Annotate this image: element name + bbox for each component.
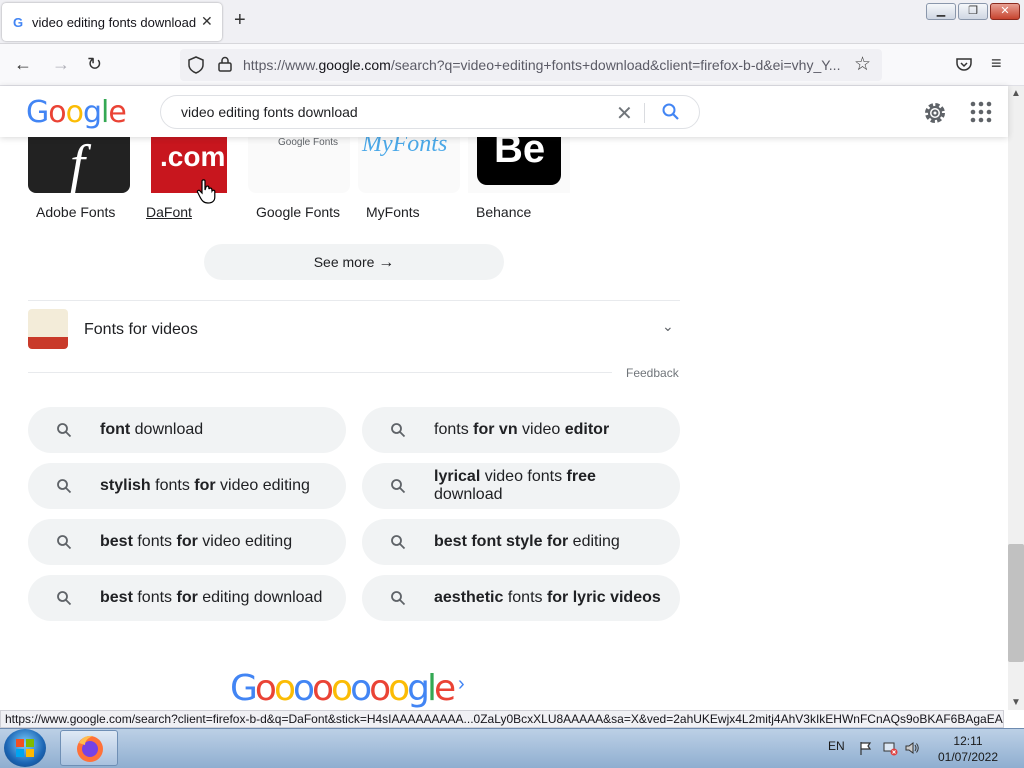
related-search-text: fonts for vn video editor: [434, 421, 610, 438]
new-tab-icon[interactable]: +: [234, 9, 246, 32]
url-text[interactable]: https://www.google.com/search?q=video+ed…: [243, 57, 843, 73]
clear-search-icon[interactable]: ✕: [616, 101, 633, 126]
firefox-taskbar-button[interactable]: [60, 730, 118, 766]
pagination-logo[interactable]: Goooooooogle: [230, 668, 456, 709]
search-icon: [57, 423, 72, 438]
search-icon: [57, 591, 72, 606]
svg-text:G: G: [13, 15, 23, 29]
related-search-chip[interactable]: best font style for editing: [362, 519, 680, 565]
related-search-text: stylish fonts for video editing: [100, 477, 310, 494]
windows-logo-icon: [16, 739, 34, 757]
related-search-chip[interactable]: lyrical video fonts free download: [362, 463, 680, 509]
firefox-icon: [77, 735, 103, 762]
related-search-text: aesthetic fonts for lyric videos: [434, 589, 661, 606]
scroll-down-icon[interactable]: ▼: [1011, 697, 1021, 708]
carousel-label-dafont[interactable]: DaFont: [146, 204, 192, 220]
search-icon: [391, 479, 406, 494]
clock-date: 01/07/2022: [937, 750, 999, 764]
back-icon[interactable]: ←: [14, 54, 32, 75]
google-favicon-icon: G: [13, 15, 23, 29]
reload-icon[interactable]: ↻: [87, 54, 102, 75]
volume-icon[interactable]: [904, 740, 920, 756]
google-logo[interactable]: Google: [26, 95, 127, 130]
clock-time: 12:11: [953, 734, 983, 748]
start-button[interactable]: [4, 729, 46, 767]
close-tab-icon[interactable]: ✕: [201, 13, 213, 30]
search-icon: [57, 535, 72, 550]
carousel-label-google-fonts[interactable]: Google Fonts: [256, 204, 340, 220]
status-bar-url: https://www.google.com/search?client=fir…: [0, 710, 1004, 728]
related-search-chip[interactable]: best fonts for video editing: [28, 519, 346, 565]
fonts-for-videos-thumbnail: [28, 309, 68, 349]
section-title[interactable]: Fonts for videos: [84, 321, 198, 339]
related-search-text: font download: [100, 421, 204, 438]
google-apps-icon[interactable]: [970, 101, 992, 123]
menu-icon[interactable]: ≡: [991, 53, 1002, 74]
chevron-down-icon[interactable]: ⌄: [662, 318, 674, 335]
search-icon[interactable]: [661, 102, 681, 122]
next-page-chevron-icon[interactable]: ›: [458, 673, 465, 696]
browser-tab[interactable]: G video editing fonts download - ✕: [2, 3, 222, 41]
minimize-button[interactable]: ▁: [926, 3, 956, 20]
forward-icon[interactable]: →: [52, 54, 70, 75]
search-icon: [57, 479, 72, 494]
carousel-label-myfonts[interactable]: MyFonts: [366, 204, 420, 220]
related-search-chip[interactable]: font download: [28, 407, 346, 453]
scroll-up-icon[interactable]: ▲: [1011, 88, 1021, 99]
related-search-chip[interactable]: best fonts for editing download: [28, 575, 346, 621]
related-search-text: best font style for editing: [434, 533, 620, 550]
network-icon[interactable]: [882, 740, 898, 756]
tab-title: video editing fonts download -: [32, 15, 196, 30]
clock[interactable]: 12:11 01/07/2022: [935, 733, 1001, 765]
related-search-text: best fonts for editing download: [100, 589, 323, 606]
carousel-label-adobe-fonts[interactable]: Adobe Fonts: [36, 204, 115, 220]
see-more-button[interactable]: See more →: [204, 244, 504, 280]
related-search-chip[interactable]: fonts for vn video editor: [362, 407, 680, 453]
myfonts-tile[interactable]: MyFonts: [358, 131, 460, 193]
language-indicator[interactable]: EN: [828, 739, 845, 753]
search-icon: [391, 591, 406, 606]
related-search-chip[interactable]: stylish fonts for video editing: [28, 463, 346, 509]
search-icon: [391, 535, 406, 550]
action-center-flag-icon[interactable]: [858, 740, 874, 756]
restore-button[interactable]: ❐: [958, 3, 988, 20]
divider: [28, 300, 680, 301]
google-fonts-tile[interactable]: Google Fonts: [248, 137, 350, 193]
divider: [28, 372, 612, 373]
hand-cursor-icon: [196, 179, 216, 204]
window-close-button[interactable]: ✕: [990, 3, 1020, 20]
related-search-chip[interactable]: aesthetic fonts for lyric videos: [362, 575, 680, 621]
pocket-icon[interactable]: [956, 57, 972, 71]
shield-icon[interactable]: [188, 56, 204, 74]
search-box[interactable]: video editing fonts download ✕: [160, 95, 700, 129]
related-search-text: best fonts for video editing: [100, 533, 293, 550]
search-divider: [644, 103, 645, 123]
carousel-label-behance[interactable]: Behance: [476, 204, 531, 220]
feedback-link[interactable]: Feedback: [626, 366, 679, 380]
lock-icon[interactable]: [218, 56, 232, 72]
related-search-text: lyrical video fonts free download: [434, 468, 596, 503]
settings-gear-icon[interactable]: [922, 100, 948, 126]
search-icon: [391, 423, 406, 438]
behance-tile[interactable]: Be: [477, 127, 561, 185]
arrow-right-icon: →: [378, 254, 395, 271]
bookmark-star-icon[interactable]: ☆: [854, 53, 871, 76]
search-input[interactable]: video editing fonts download: [181, 104, 358, 120]
scrollbar-thumb[interactable]: [1008, 544, 1024, 662]
adobe-fonts-tile[interactable]: f: [28, 134, 130, 194]
